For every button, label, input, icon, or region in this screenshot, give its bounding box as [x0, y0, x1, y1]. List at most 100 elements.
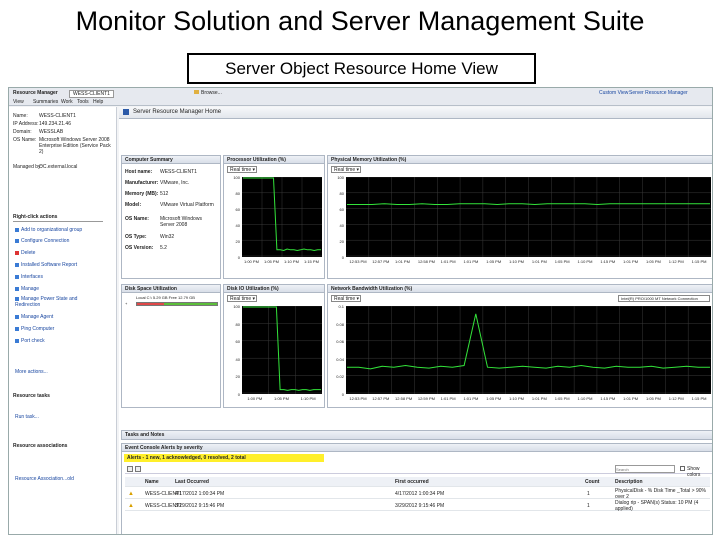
col-header-name[interactable]: Name: [145, 479, 159, 485]
table-row[interactable]: ▲ WESS-CLIENT1 3/29/2012 9:15:46 PM 3/29…: [125, 499, 710, 512]
action-manage[interactable]: Manage: [15, 286, 39, 292]
y-tick-label: 60: [235, 339, 240, 345]
x-tick-label: 12:58 PM: [417, 259, 435, 264]
menu-tools[interactable]: Tools: [77, 99, 89, 105]
select-value: Real time: [230, 296, 252, 302]
field-label: Domain:: [13, 129, 32, 135]
col-header-description[interactable]: Description: [615, 479, 643, 485]
x-tick-label: 1:15 PM: [691, 259, 707, 264]
x-tick-label: 1:01 PM: [395, 259, 410, 264]
y-tick-label: 40: [235, 223, 240, 228]
summary-key: Manufacturer:: [125, 180, 159, 186]
table-row[interactable]: ▲ WESS-CLIENT1 4/17/2012 1:00:34 PM 4/17…: [125, 487, 710, 500]
menu-help[interactable]: Help: [93, 99, 103, 105]
run-task-link[interactable]: Run task...: [15, 414, 39, 420]
action-label: Delete: [21, 250, 36, 256]
panel-title: Physical Memory Utilization (%): [328, 156, 712, 164]
panel-title: Computer Summary: [122, 156, 220, 164]
col-header-last-occurred[interactable]: Last Occurred: [175, 479, 209, 485]
summary-value: Microsoft Windows Server 2008: [160, 216, 202, 228]
resource-association-link[interactable]: Resource Association...old: [15, 476, 74, 482]
y-tick-label: 0.1: [338, 304, 344, 309]
panel-title: Network Bandwidth Utilization (%): [328, 285, 712, 293]
show-colors-checkbox[interactable]: [680, 466, 685, 471]
x-tick-label: 1:05 PM: [274, 396, 289, 401]
processor-timeframe-select[interactable]: Real time ▾: [227, 166, 257, 173]
x-tick-label: 1:01 PM: [623, 259, 639, 264]
y-tick-label: 100: [233, 304, 240, 309]
x-tick-label: 12:57 PM: [372, 396, 390, 401]
alert-description: PhysicalDisk - % Disk Time _Total > 90% …: [615, 487, 707, 500]
x-tick-label: 1:10 PM: [577, 396, 593, 401]
server-resource-manager-link[interactable]: Server Resource Manager: [629, 90, 688, 96]
y-tick-label: 0.04: [336, 356, 344, 362]
alerts-header-row: Name Last Occurred First occurred Count …: [125, 477, 710, 487]
field-value: WESS-CLIENT1: [39, 113, 76, 119]
action-manage-agent[interactable]: Manage Agent: [15, 314, 53, 320]
alert-count: 1: [587, 502, 590, 509]
diskio-timeframe-select[interactable]: Real time ▾: [227, 295, 257, 302]
action-label: Add to organizational group: [21, 227, 83, 233]
action-ping-computer[interactable]: Ping Computer: [15, 326, 54, 332]
action-delete[interactable]: Delete: [15, 250, 35, 256]
col-header-first-occurred[interactable]: First occurred: [395, 479, 429, 485]
y-tick-label: 0: [237, 392, 240, 397]
menu-view[interactable]: View: [13, 99, 24, 105]
menu-work[interactable]: Work: [61, 99, 73, 105]
col-header-count[interactable]: Count: [585, 479, 599, 485]
field-value: Microsoft Windows Server 2008 Enterprise…: [39, 137, 111, 155]
x-tick-label: 1:01 PM: [531, 396, 547, 401]
summary-value: Win32: [160, 234, 175, 240]
expand-icon[interactable]: +: [125, 301, 127, 306]
refresh-icon[interactable]: [127, 466, 133, 472]
warning-icon: ▲: [128, 502, 134, 509]
summary-key: Model:: [125, 202, 142, 208]
alert-description: Dialog rip - SPAN(s) Status: 10 PM (4 ap…: [615, 499, 699, 512]
action-configure-connection[interactable]: Configure Connection: [15, 238, 69, 244]
memory-timeframe-select[interactable]: Real time ▾: [331, 166, 361, 173]
action-manage-power-state[interactable]: Manage Power State and Redirection: [15, 296, 95, 308]
disk-caption: Local C:\ 5.29 GB Free 12.79 GB: [136, 295, 195, 300]
custom-view-link[interactable]: Custom View: [599, 90, 628, 96]
manage-icon: [15, 286, 19, 291]
action-label: Installed Software Report: [21, 262, 78, 268]
resource-tab[interactable]: WESS-CLIENT1: [69, 90, 114, 98]
action-label: Port check: [21, 338, 45, 344]
y-tick-label: 20: [339, 239, 344, 244]
field-label: Managed by:: [13, 164, 42, 170]
action-add-to-group[interactable]: Add to organizational group: [15, 227, 82, 233]
alerts-search-input[interactable]: [615, 465, 675, 473]
x-tick-label: 1:01 PM: [531, 259, 547, 264]
action-label: Configure Connection: [21, 238, 70, 244]
x-tick-label: 1:05 PM: [486, 259, 502, 264]
window-toolbar: Resource Manager WESS-CLIENT1 Browse... …: [9, 88, 712, 106]
y-tick-label: 0: [341, 392, 344, 397]
more-actions-link[interactable]: More actions...: [15, 369, 48, 375]
summary-key: Memory (MB):: [125, 191, 159, 197]
y-tick-label: 20: [235, 239, 240, 244]
x-tick-label: 1:12 PM: [668, 396, 684, 401]
warning-icon: ▲: [128, 490, 134, 497]
browse-button[interactable]: Browse...: [194, 90, 222, 96]
port-icon: [15, 338, 19, 343]
disk-used-fill: [137, 303, 165, 305]
server-icon: [123, 109, 129, 115]
y-tick-label: 60: [339, 207, 344, 212]
alert-last: 4/17/2012 1:00:34 PM: [175, 490, 225, 497]
y-tick-label: 100: [337, 175, 344, 180]
series-line: [347, 203, 710, 206]
network-adapter-select[interactable]: Intel(R) PRO/1000 MT Network Connection: [618, 295, 710, 302]
network-timeframe-select[interactable]: Real time ▾: [331, 295, 361, 302]
action-interfaces[interactable]: Interfaces: [15, 274, 43, 280]
action-installed-software-report[interactable]: Installed Software Report: [15, 262, 77, 268]
field-value: OC.external.local: [39, 164, 78, 170]
action-port-check[interactable]: Port check: [15, 338, 45, 344]
event-console-panel: Event Console Alerts by severity Alerts …: [121, 443, 712, 534]
x-tick-label: 1:01 PM: [463, 396, 479, 401]
x-tick-label: 1:10 PM: [509, 259, 524, 264]
panel-title: Disk IO Utilization (%): [224, 285, 324, 293]
y-tick-label: 100: [233, 175, 240, 180]
filter-icon[interactable]: [135, 466, 141, 472]
computer-summary-panel: Computer Summary Host name: WESS-CLIENT1…: [121, 155, 221, 279]
menu-summaries[interactable]: Summaries: [33, 99, 58, 105]
